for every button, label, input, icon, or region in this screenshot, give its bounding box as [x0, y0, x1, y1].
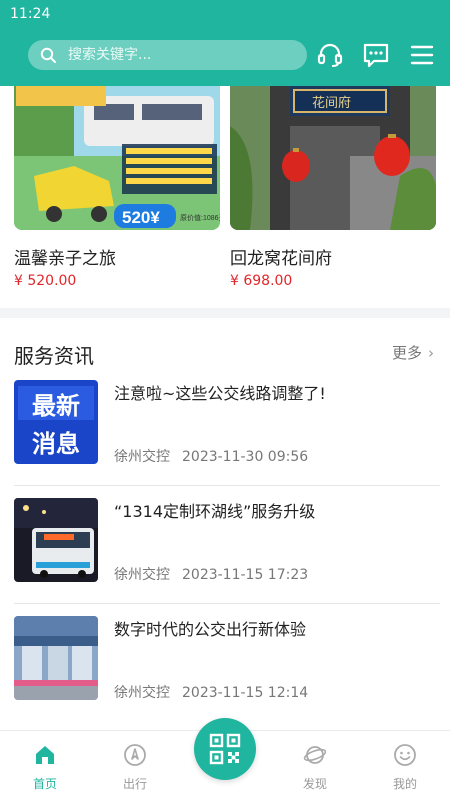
planet-icon: [303, 746, 327, 764]
main-content: 520¥ 原价值:1086元 温馨亲子之旅 ¥ 520.00 花间府: [0, 86, 450, 730]
news-time: 2023-11-15 12:14: [182, 685, 309, 701]
news-item[interactable]: 数字时代的公交出行新体验 徐州交控 2023-11-15 12:14: [14, 604, 440, 722]
news-source: 徐州交控: [114, 685, 170, 701]
tab-mine[interactable]: 我的: [375, 743, 435, 792]
product-badge: 520¥: [122, 208, 160, 227]
news-title: 注意啦~这些公交线路调整了!: [114, 384, 326, 403]
headset-icon[interactable]: [316, 41, 344, 69]
search-placeholder: 搜索关键字...: [68, 47, 152, 63]
news-title: “1314定制环湖线”服务升级: [114, 502, 316, 521]
qr-code-icon: [209, 733, 241, 765]
news-item[interactable]: 最新 消息 注意啦~这些公交线路调整了! 徐州交控 2023-11-30 09:5…: [14, 368, 440, 486]
product-name: 温馨亲子之旅: [14, 249, 116, 269]
section-title: 服务资讯: [14, 344, 94, 368]
search-icon: [40, 47, 56, 63]
product-price: ¥ 520.00: [14, 273, 77, 289]
product-name: 回龙窝花间府: [230, 249, 332, 269]
tab-home[interactable]: 首页: [15, 743, 75, 792]
news-thumbnail: 最新 消息: [14, 380, 98, 464]
status-bar: 11:24: [0, 0, 450, 28]
product-list: 520¥ 原价值:1086元 温馨亲子之旅 ¥ 520.00 花间府: [0, 86, 450, 308]
tab-travel[interactable]: 出行: [105, 743, 165, 792]
tab-discover[interactable]: 发现: [285, 743, 345, 792]
status-time: 11:24: [10, 6, 51, 22]
product-badge-note: 原价值:1086元: [180, 213, 220, 222]
news-time: 2023-11-15 17:23: [182, 567, 309, 583]
search-input[interactable]: 搜索关键字...: [28, 40, 307, 70]
news-thumbnail: [14, 498, 98, 582]
tab-label: 发现: [302, 777, 327, 791]
news-item[interactable]: “1314定制环湖线”服务升级 徐州交控 2023-11-15 17:23: [14, 486, 440, 604]
news-source: 徐州交控: [114, 567, 170, 583]
product-price: ¥ 698.00: [230, 273, 293, 289]
product-image[interactable]: 520¥ 原价值:1086元: [14, 86, 220, 230]
more-link[interactable]: 更多 ›: [392, 342, 434, 363]
scan-qr-button[interactable]: [194, 718, 256, 780]
tab-label: 出行: [122, 777, 147, 791]
product-image[interactable]: 花间府: [230, 86, 436, 230]
news-meta: 徐州交控 2023-11-15 12:14: [114, 682, 308, 702]
news-section: 服务资讯 更多 › 最新 消息 注意啦~这些公交线路调整了! 徐州交控 2023-1…: [0, 318, 450, 730]
more-label: 更多: [391, 344, 422, 362]
compass-icon: [124, 744, 146, 766]
news-thumbnail: [14, 616, 98, 700]
chevron-right-icon: ›: [428, 344, 434, 362]
message-icon[interactable]: [362, 41, 390, 69]
thumbnail-text-line2: 消息: [32, 430, 80, 458]
thumbnail-text-line1: 最新: [32, 392, 80, 420]
tab-label: 我的: [392, 777, 417, 791]
news-source: 徐州交控: [114, 449, 170, 465]
home-icon: [36, 746, 54, 764]
news-time: 2023-11-30 09:56: [182, 449, 309, 465]
news-meta: 徐州交控 2023-11-30 09:56: [114, 446, 308, 466]
news-meta: 徐州交控 2023-11-15 17:23: [114, 564, 308, 584]
menu-icon[interactable]: [408, 41, 436, 69]
gate-sign-text: 花间府: [312, 95, 351, 111]
news-title: 数字时代的公交出行新体验: [114, 620, 307, 639]
smiley-icon: [394, 744, 416, 766]
top-bar: 搜索关键字...: [0, 28, 450, 86]
tab-label: 首页: [32, 777, 57, 791]
